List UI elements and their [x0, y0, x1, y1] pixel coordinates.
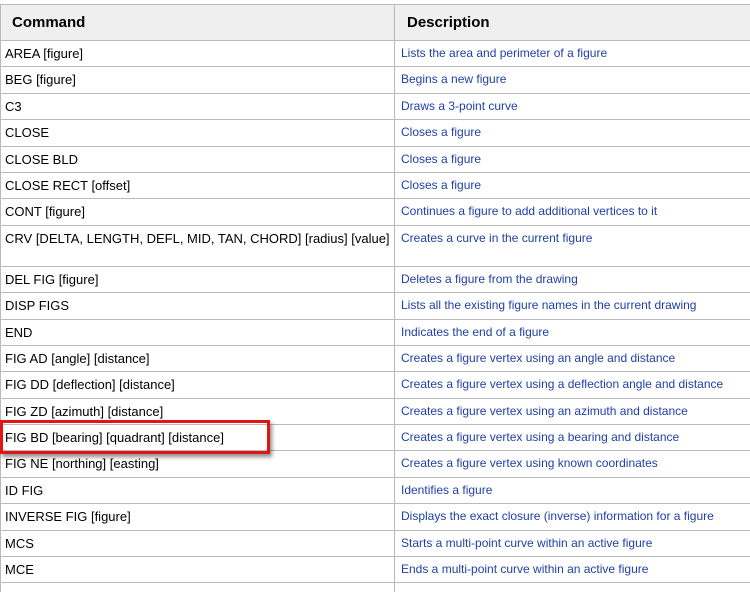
command-reference-page: Command Description AREA [figure] Lists t…: [0, 0, 750, 592]
description-link[interactable]: Begins a new figure: [394, 66, 750, 94]
command-cell: DISP FIGS: [0, 292, 395, 320]
command-cell: FIG ZD [azimuth] [distance]: [0, 397, 395, 426]
command-table: Command Description AREA [figure] Lists t…: [0, 4, 750, 592]
command-cell: FIG AD [angle] [distance]: [0, 344, 395, 373]
command-cell: [0, 582, 395, 592]
description-link[interactable]: Continues a figure to add additional ver…: [394, 198, 750, 226]
table-row: FIG DD [deflection] [distance] Creates a …: [0, 371, 750, 399]
command-cell: MCS: [0, 529, 395, 558]
table-row: INVERSE FIG [figure] Displays the exact c…: [0, 503, 750, 531]
table-row: CLOSE Closes a figure: [0, 119, 750, 147]
table-row: FIG NE [northing] [easting] Creates a fig…: [0, 450, 750, 478]
command-cell: CLOSE: [0, 119, 395, 147]
command-cell: MCE: [0, 556, 395, 584]
table-row: [0, 582, 750, 592]
table-row: MCE Ends a multi-point curve within an ac…: [0, 556, 750, 584]
command-cell: ID FIG: [0, 476, 395, 505]
description-link[interactable]: Ends a multi-point curve within an activ…: [394, 556, 750, 584]
command-cell: DEL FIG [figure]: [0, 265, 395, 294]
description-link[interactable]: [394, 582, 750, 592]
description-link[interactable]: Deletes a figure from the drawing: [394, 265, 750, 294]
command-cell: BEG [figure]: [0, 66, 395, 94]
description-link[interactable]: Creates a figure vertex using a deflecti…: [394, 371, 750, 399]
description-link[interactable]: Creates a figure vertex using an angle a…: [394, 344, 750, 373]
command-cell: FIG DD [deflection] [distance]: [0, 371, 395, 399]
description-link[interactable]: Lists the area and perimeter of a figure: [394, 39, 750, 68]
description-column-header: Description: [394, 4, 750, 41]
command-cell: FIG BD [bearing] [quadrant] [distance]: [0, 424, 395, 452]
command-cell: C3: [0, 92, 395, 121]
description-link[interactable]: Displays the exact closure (inverse) inf…: [394, 503, 750, 531]
command-cell: CLOSE BLD: [0, 145, 395, 173]
table-row: CLOSE BLD Closes a figure: [0, 145, 750, 173]
table-row: CRV [DELTA, LENGTH, DEFL, MID, TAN, CHOR…: [0, 224, 750, 267]
table-row: FIG ZD [azimuth] [distance] Creates a fig…: [0, 397, 750, 426]
command-cell: CONT [figure]: [0, 198, 395, 226]
command-cell: END: [0, 318, 395, 346]
table-header-row: Command Description: [0, 4, 750, 41]
description-link[interactable]: Creates a figure vertex using an azimuth…: [394, 397, 750, 426]
description-link[interactable]: Creates a figure vertex using known coor…: [394, 450, 750, 478]
command-cell: INVERSE FIG [figure]: [0, 503, 395, 531]
table-row: BEG [figure] Begins a new figure: [0, 66, 750, 94]
description-link[interactable]: Draws a 3-point curve: [394, 92, 750, 121]
description-link[interactable]: Closes a figure: [394, 145, 750, 173]
table-row: AREA [figure] Lists the area and perimete…: [0, 39, 750, 68]
description-link[interactable]: Indicates the end of a figure: [394, 318, 750, 346]
command-cell: AREA [figure]: [0, 39, 395, 68]
table-row-highlighted: FIG BD [bearing] [quadrant] [distance] Cr…: [0, 424, 750, 452]
table-row: FIG AD [angle] [distance] Creates a figur…: [0, 344, 750, 373]
description-link[interactable]: Closes a figure: [394, 171, 750, 200]
table-row: MCS Starts a multi-point curve within an …: [0, 529, 750, 558]
command-cell: CRV [DELTA, LENGTH, DEFL, MID, TAN, CHOR…: [0, 224, 395, 267]
table-row: CONT [figure] Continues a figure to add a…: [0, 198, 750, 226]
table-row: CLOSE RECT [offset] Closes a figure: [0, 171, 750, 200]
command-column-header: Command: [0, 4, 395, 41]
description-link[interactable]: Identifies a figure: [394, 476, 750, 505]
table-row: DISP FIGS Lists all the existing figure n…: [0, 292, 750, 320]
description-link[interactable]: Closes a figure: [394, 119, 750, 147]
command-cell: FIG NE [northing] [easting]: [0, 450, 395, 478]
table-row: C3 Draws a 3-point curve: [0, 92, 750, 121]
command-cell: CLOSE RECT [offset]: [0, 171, 395, 200]
description-link[interactable]: Starts a multi-point curve within an act…: [394, 529, 750, 558]
table-row: END Indicates the end of a figure: [0, 318, 750, 346]
table-row: DEL FIG [figure] Deletes a figure from th…: [0, 265, 750, 294]
description-link[interactable]: Lists all the existing figure names in t…: [394, 292, 750, 320]
description-link[interactable]: Creates a figure vertex using a bearing …: [394, 424, 750, 452]
description-link[interactable]: Creates a curve in the current figure: [394, 224, 750, 267]
table-row: ID FIG Identifies a figure: [0, 476, 750, 505]
